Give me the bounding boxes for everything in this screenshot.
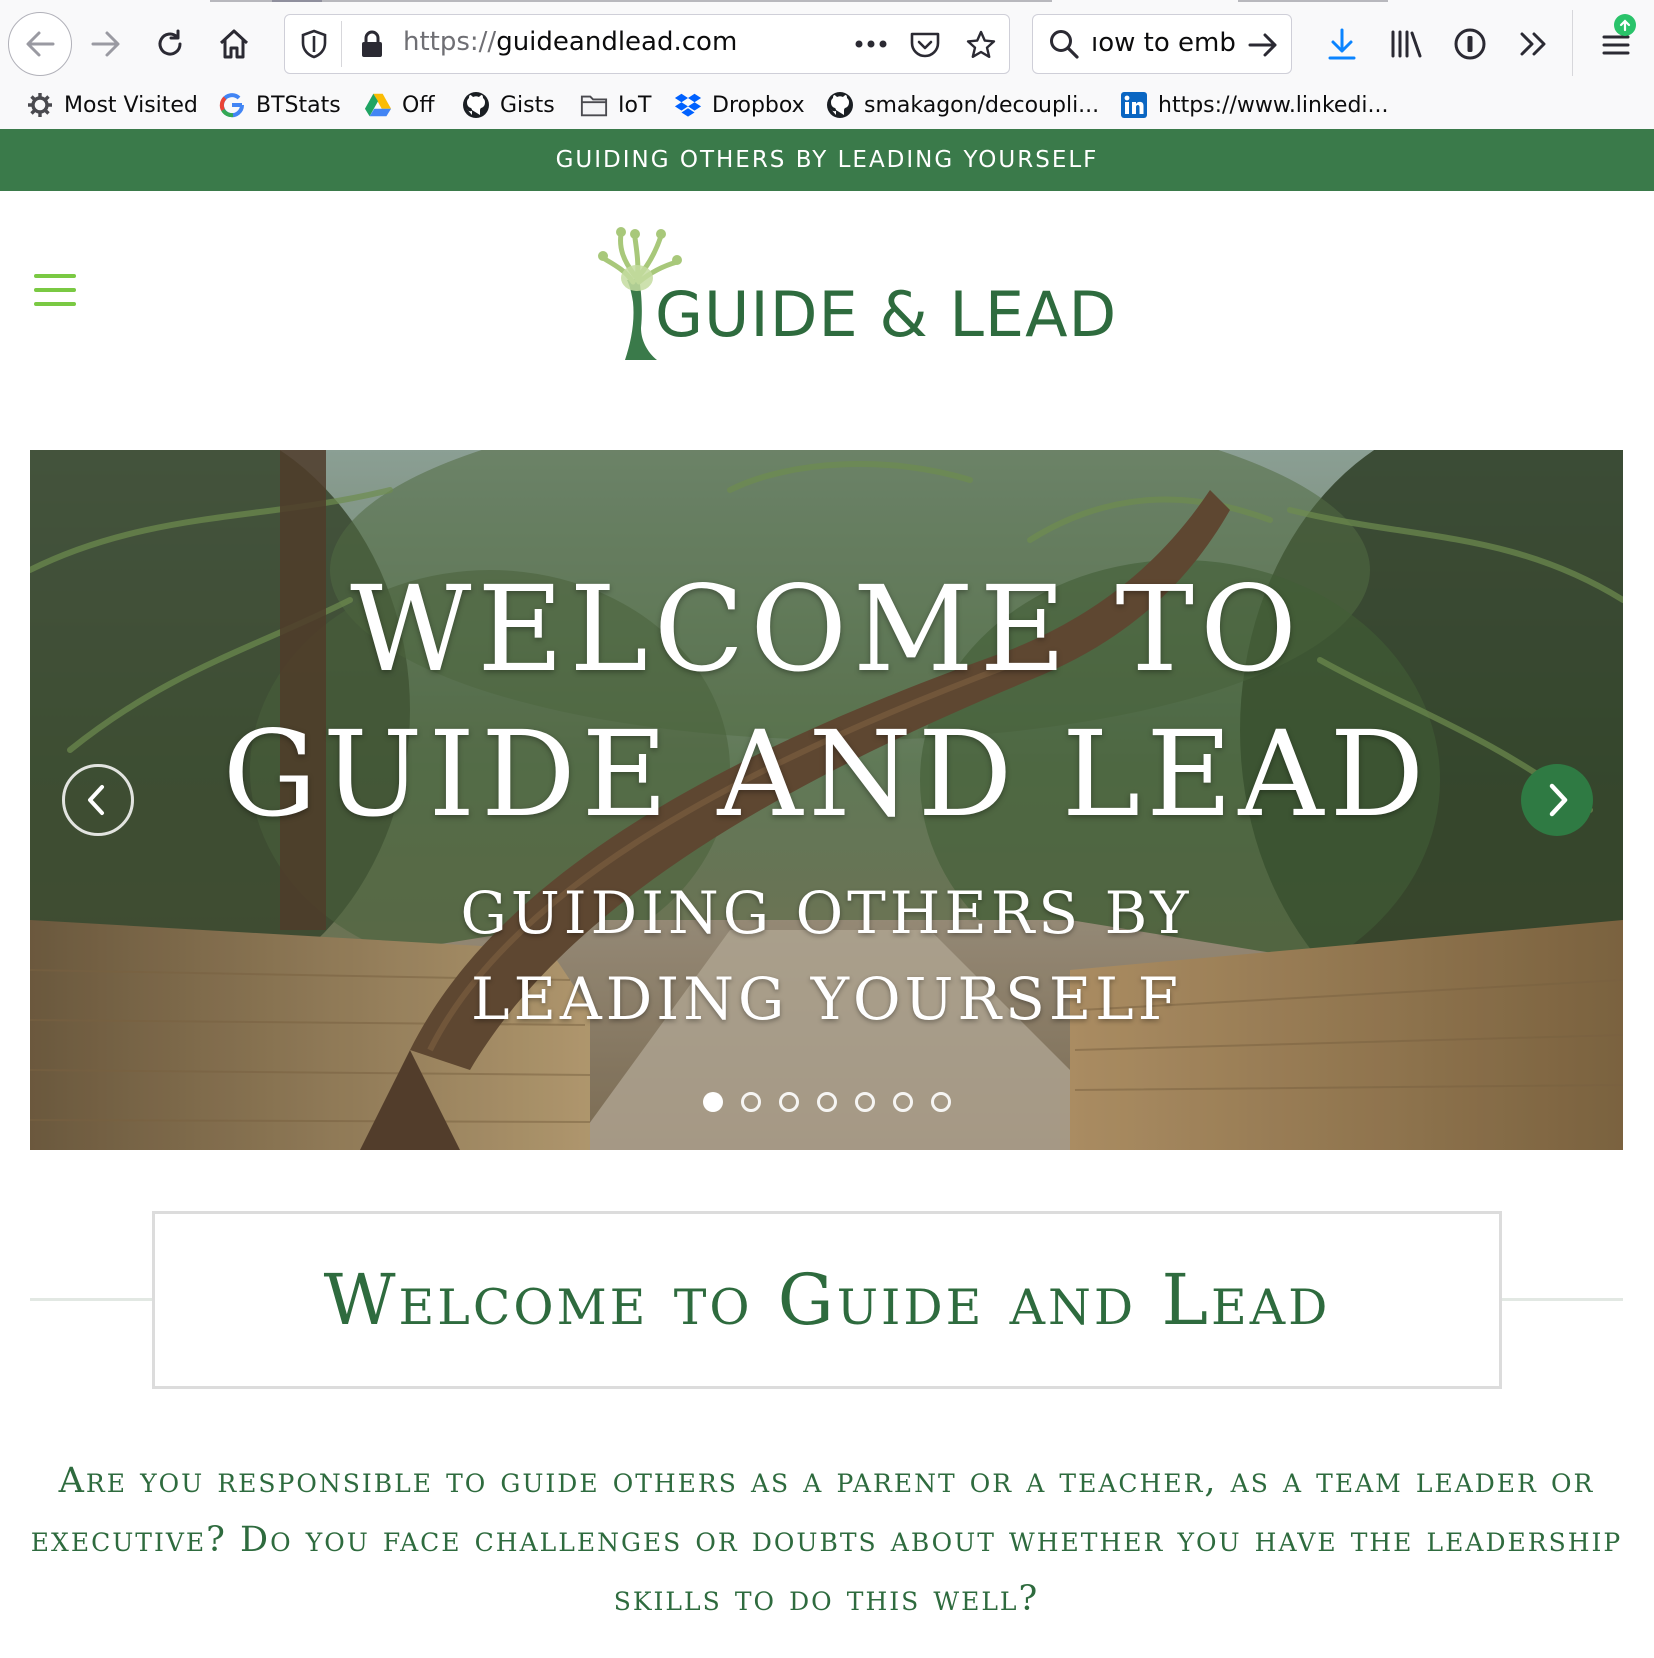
bookmark-btstats[interactable]: BTStats	[218, 88, 341, 122]
bookmark-label: Most Visited	[64, 92, 198, 118]
info-circle-icon	[1454, 28, 1486, 60]
hero-subtitle: GUIDING OTHERS BY LEADING YOURSELF	[460, 879, 1193, 1033]
github-icon	[826, 91, 854, 119]
drive-icon	[364, 91, 392, 119]
bookmark-label: Dropbox	[712, 92, 805, 118]
browser-toolbar: https://guideandlead.com ıow to embe Mos…	[0, 0, 1654, 130]
search-go-button[interactable]	[1245, 27, 1281, 63]
bookmark-label: BTStats	[256, 92, 341, 118]
github-icon	[462, 91, 490, 119]
url-separator	[341, 21, 342, 67]
arrow-right-icon	[1248, 33, 1277, 57]
slider-dot[interactable]	[892, 1092, 913, 1112]
bookmarks-toolbar: Most Visited BTStats Off Gists IoT Dropb…	[0, 84, 1654, 128]
extension-button[interactable]	[1450, 24, 1490, 64]
bookmark-label: https://www.linkedi...	[1158, 92, 1389, 118]
hero-title-line2: GUIDE AND LEAD	[222, 705, 1431, 843]
search-icon	[1050, 30, 1079, 59]
reload-icon	[158, 29, 182, 56]
pocket-button[interactable]	[907, 27, 943, 63]
intro-paragraph: Are you responsible to guide others as a…	[30, 1461, 1623, 1619]
shield-icon	[301, 29, 327, 59]
toolbar-divider	[1572, 10, 1573, 76]
hero-slider: WELCOME TO GUIDE AND LEAD GUIDING OTHERS…	[30, 450, 1623, 1150]
welcome-heading-box: Welcome to Guide and Lead	[152, 1211, 1502, 1389]
address-bar[interactable]: https://guideandlead.com	[284, 14, 1010, 74]
overflow-button[interactable]	[1514, 24, 1554, 64]
slider-pagination	[30, 1092, 1623, 1112]
chevron-right-icon	[1549, 783, 1568, 817]
slider-prev-button[interactable]	[62, 764, 134, 836]
download-icon	[1328, 28, 1356, 60]
back-button[interactable]	[8, 12, 72, 76]
site-identity-button[interactable]	[355, 27, 389, 61]
pocket-icon	[910, 32, 940, 58]
more-dots-icon	[855, 40, 887, 48]
slider-dot[interactable]	[854, 1092, 875, 1112]
bookmark-dropbox[interactable]: Dropbox	[674, 88, 805, 122]
search-icon-wrap	[1047, 27, 1081, 61]
home-icon	[219, 29, 249, 59]
bookmark-iot[interactable]: IoT	[580, 88, 651, 122]
bookmark-label: Off	[402, 92, 435, 118]
reload-button[interactable]	[150, 24, 190, 64]
gear-icon	[26, 91, 54, 119]
slider-dot[interactable]	[702, 1092, 723, 1112]
update-badge-icon	[1614, 14, 1636, 36]
tagline-text: GUIDING OTHERS BY LEADING YOURSELF	[555, 147, 1099, 173]
bookmark-label: Gists	[500, 92, 555, 118]
slider-dot[interactable]	[816, 1092, 837, 1112]
bookmark-off[interactable]: Off	[364, 88, 434, 122]
linkedin-icon	[1120, 91, 1148, 119]
arrow-left-icon	[26, 31, 55, 57]
google-icon	[218, 91, 246, 119]
library-button[interactable]	[1386, 24, 1426, 64]
slider-dot[interactable]	[778, 1092, 799, 1112]
bookmark-label: smakagon/decoupli...	[864, 92, 1100, 118]
site-menu-button[interactable]	[34, 274, 76, 306]
page-actions-button[interactable]	[851, 27, 891, 61]
forward-button[interactable]	[86, 24, 126, 64]
bookmark-star-button[interactable]	[963, 27, 999, 63]
downloads-button[interactable]	[1322, 24, 1362, 64]
url-scheme: https://	[403, 27, 497, 57]
bookmark-most-visited[interactable]: Most Visited	[26, 88, 198, 122]
bookmark-label: IoT	[618, 92, 652, 118]
tagline-bar: GUIDING OTHERS BY LEADING YOURSELF	[0, 129, 1654, 191]
star-icon	[966, 30, 996, 58]
dropbox-icon	[674, 91, 702, 119]
bookmark-gists[interactable]: Gists	[462, 88, 555, 122]
url-host: guideandlead.com	[496, 27, 738, 57]
tab-strip	[0, 0, 1654, 4]
slider-dot[interactable]	[740, 1092, 761, 1112]
arrow-right-icon	[91, 31, 120, 57]
bookmark-linkedin[interactable]: https://www.linkedi...	[1120, 88, 1389, 122]
hero-title-line1: WELCOME TO	[350, 560, 1303, 698]
site-logo[interactable]: GUIDE & LEAD	[585, 218, 1116, 368]
welcome-heading: Welcome to Guide and Lead	[323, 1259, 1331, 1341]
bookmark-smakagon[interactable]: smakagon/decoupli...	[826, 88, 1099, 122]
url-text[interactable]: https://guideandlead.com	[403, 27, 737, 57]
double-chevron-right-icon	[1520, 32, 1546, 56]
lock-icon	[362, 30, 382, 57]
search-input[interactable]: ıow to embe	[1091, 28, 1236, 58]
folder-icon	[580, 91, 608, 119]
tracking-protection-button[interactable]	[297, 27, 331, 61]
search-bar[interactable]: ıow to embe	[1032, 14, 1292, 74]
slider-dot[interactable]	[930, 1092, 951, 1112]
logo-text: GUIDE & LEAD	[655, 278, 1118, 351]
library-icon	[1391, 30, 1422, 58]
home-button[interactable]	[214, 24, 254, 64]
chevron-left-icon	[88, 785, 104, 815]
slider-next-button[interactable]	[1521, 764, 1593, 836]
